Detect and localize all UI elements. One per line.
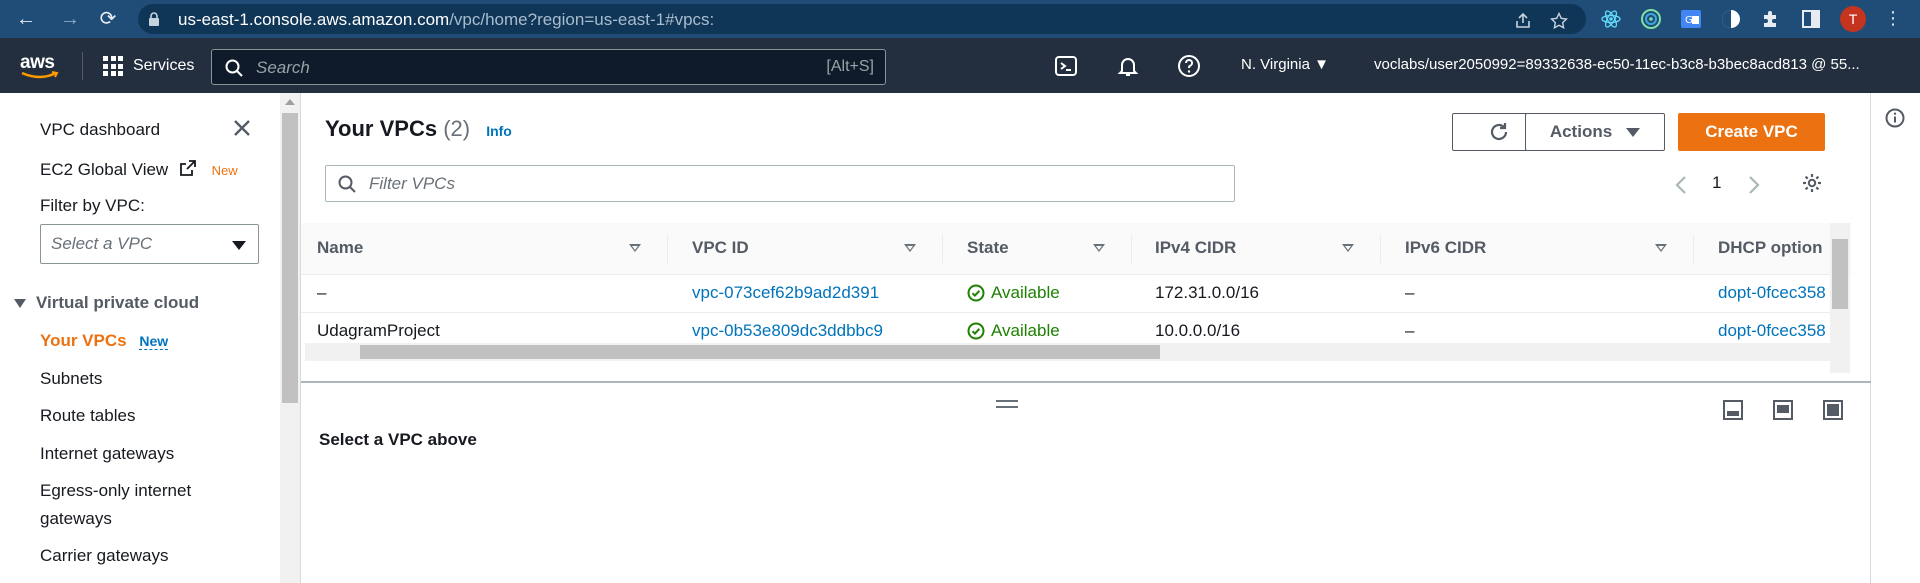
column-header-name[interactable]: Name bbox=[317, 238, 363, 258]
browser-toolbar: ← → ⟳ us-east-1.console.aws.amazon.com/v… bbox=[0, 0, 1920, 38]
table-horizontal-scrollbar[interactable] bbox=[305, 343, 1830, 361]
cell-ipv4-cidr: 172.31.0.0/16 bbox=[1155, 283, 1259, 302]
drag-handle-icon[interactable] bbox=[996, 400, 1018, 408]
panel-full-icon[interactable] bbox=[1822, 399, 1844, 421]
state-label: Available bbox=[991, 321, 1060, 340]
main-panel: Your VPCs (2) Info Actions Create VPC Fi… bbox=[0, 93, 1920, 583]
table-vertical-scrollbar[interactable] bbox=[1830, 223, 1850, 373]
services-label: Services bbox=[133, 57, 195, 74]
browser-menu-icon[interactable]: ⋮ bbox=[1884, 8, 1902, 28]
info-link[interactable]: Info bbox=[486, 123, 512, 139]
previous-page-icon[interactable] bbox=[1674, 175, 1688, 195]
sort-icon[interactable] bbox=[1655, 244, 1667, 252]
table-row[interactable]: – vpc-073cef62b9ad2d391 Available 172.31… bbox=[301, 275, 1851, 313]
cell-name: – bbox=[317, 283, 327, 302]
settings-gear-icon[interactable] bbox=[1801, 172, 1823, 194]
sort-icon[interactable] bbox=[629, 244, 641, 252]
column-separator[interactable] bbox=[1693, 235, 1694, 263]
scrollbar-thumb[interactable] bbox=[360, 345, 1160, 359]
success-check-icon bbox=[967, 322, 985, 340]
help-icon[interactable] bbox=[1177, 54, 1201, 78]
profile-avatar[interactable]: T bbox=[1840, 6, 1866, 32]
column-separator[interactable] bbox=[1131, 235, 1132, 263]
sort-icon[interactable] bbox=[1093, 244, 1105, 252]
lock-icon bbox=[149, 12, 159, 26]
cell-ipv4-cidr: 10.0.0.0/16 bbox=[1155, 321, 1241, 340]
column-separator[interactable] bbox=[667, 235, 668, 263]
console-search-input[interactable]: Search [Alt+S] bbox=[211, 49, 886, 85]
search-shortcut: [Alt+S] bbox=[826, 58, 874, 75]
url-text: us-east-1.console.aws.amazon.com/vpc/hom… bbox=[178, 10, 715, 29]
column-separator[interactable] bbox=[942, 235, 943, 263]
column-separator[interactable] bbox=[1380, 235, 1381, 263]
share-icon[interactable] bbox=[1514, 12, 1532, 30]
address-bar[interactable]: us-east-1.console.aws.amazon.com/vpc/hom… bbox=[138, 4, 1586, 34]
aws-logo[interactable]: aws bbox=[20, 52, 60, 79]
account-menu[interactable]: voclabs/user2050992=89332638-ec50-11ec-b… bbox=[1374, 56, 1894, 73]
page-title: Your VPCs (2) Info bbox=[325, 116, 512, 142]
cell-dhcp-link[interactable]: dopt-0fcec358 bbox=[1718, 283, 1826, 303]
column-header-vpc-id[interactable]: VPC ID bbox=[692, 238, 749, 258]
caret-down-icon bbox=[1626, 127, 1641, 137]
create-vpc-button[interactable]: Create VPC bbox=[1678, 113, 1825, 151]
aws-console-header: aws Services Search [Alt+S] N. Virginia … bbox=[0, 38, 1920, 93]
next-page-icon[interactable] bbox=[1747, 175, 1761, 195]
header-divider bbox=[82, 52, 83, 80]
reload-icon[interactable]: ⟳ bbox=[96, 7, 120, 31]
cloudshell-icon[interactable] bbox=[1054, 54, 1078, 78]
success-check-icon bbox=[967, 284, 985, 302]
column-header-ipv4-cidr[interactable]: IPv4 CIDR bbox=[1155, 238, 1236, 258]
grid-icon bbox=[103, 56, 123, 76]
column-header-dhcp-option[interactable]: DHCP option bbox=[1718, 238, 1823, 258]
cell-state: Available bbox=[967, 283, 1060, 303]
svg-text:G: G bbox=[1685, 15, 1693, 26]
filter-placeholder: Filter VPCs bbox=[369, 174, 455, 193]
side-panel-icon[interactable] bbox=[1800, 8, 1822, 30]
panel-side-icon[interactable] bbox=[1772, 399, 1794, 421]
refresh-icon bbox=[1490, 123, 1508, 141]
vpc-count: (2) bbox=[443, 116, 471, 141]
back-icon[interactable]: ← bbox=[14, 7, 38, 31]
detail-placeholder: Select a VPC above bbox=[319, 430, 477, 449]
search-icon bbox=[225, 59, 243, 77]
services-menu-button[interactable]: Services bbox=[103, 54, 194, 78]
state-label: Available bbox=[991, 283, 1060, 302]
sort-icon[interactable] bbox=[1342, 244, 1354, 252]
region-selector[interactable]: N. Virginia ▼ bbox=[1241, 56, 1329, 73]
filter-vpcs-input[interactable]: Filter VPCs bbox=[325, 165, 1235, 202]
table-header: Name VPC ID State IPv4 CIDR IPv6 CIDR DH… bbox=[301, 223, 1851, 275]
react-extension-icon[interactable] bbox=[1600, 8, 1622, 30]
sort-icon[interactable] bbox=[904, 244, 916, 252]
title-text: Your VPCs bbox=[325, 116, 438, 141]
forward-icon[interactable]: → bbox=[58, 7, 82, 31]
actions-button[interactable]: Actions bbox=[1525, 113, 1665, 151]
cell-vpc-id-link[interactable]: vpc-0b53e809dc3ddbbc9 bbox=[692, 321, 883, 341]
column-header-state[interactable]: State bbox=[967, 238, 1009, 258]
actions-label: Actions bbox=[1549, 122, 1613, 141]
notifications-bell-icon[interactable] bbox=[1116, 54, 1140, 78]
dark-mode-extension-icon[interactable] bbox=[1720, 8, 1742, 30]
cell-name: UdagramProject bbox=[317, 321, 440, 340]
cell-ipv6-cidr: – bbox=[1405, 283, 1415, 302]
translate-extension-icon[interactable]: G bbox=[1680, 8, 1702, 30]
cell-vpc-id-link[interactable]: vpc-073cef62b9ad2d391 bbox=[692, 283, 879, 303]
cell-dhcp-link[interactable]: dopt-0fcec358 bbox=[1718, 321, 1826, 341]
page-number[interactable]: 1 bbox=[1712, 173, 1721, 193]
scrollbar-thumb[interactable] bbox=[1832, 239, 1848, 309]
panel-bottom-icon[interactable] bbox=[1722, 399, 1744, 421]
search-placeholder: Search bbox=[256, 58, 310, 77]
search-icon bbox=[338, 175, 356, 193]
cell-state: Available bbox=[967, 321, 1060, 341]
target-extension-icon[interactable] bbox=[1640, 8, 1662, 30]
column-header-ipv6-cidr[interactable]: IPv6 CIDR bbox=[1405, 238, 1486, 258]
cell-ipv6-cidr: – bbox=[1405, 321, 1415, 340]
bookmark-star-icon[interactable] bbox=[1550, 12, 1568, 30]
extensions-puzzle-icon[interactable] bbox=[1760, 8, 1782, 30]
split-panel-divider[interactable] bbox=[301, 381, 1871, 383]
